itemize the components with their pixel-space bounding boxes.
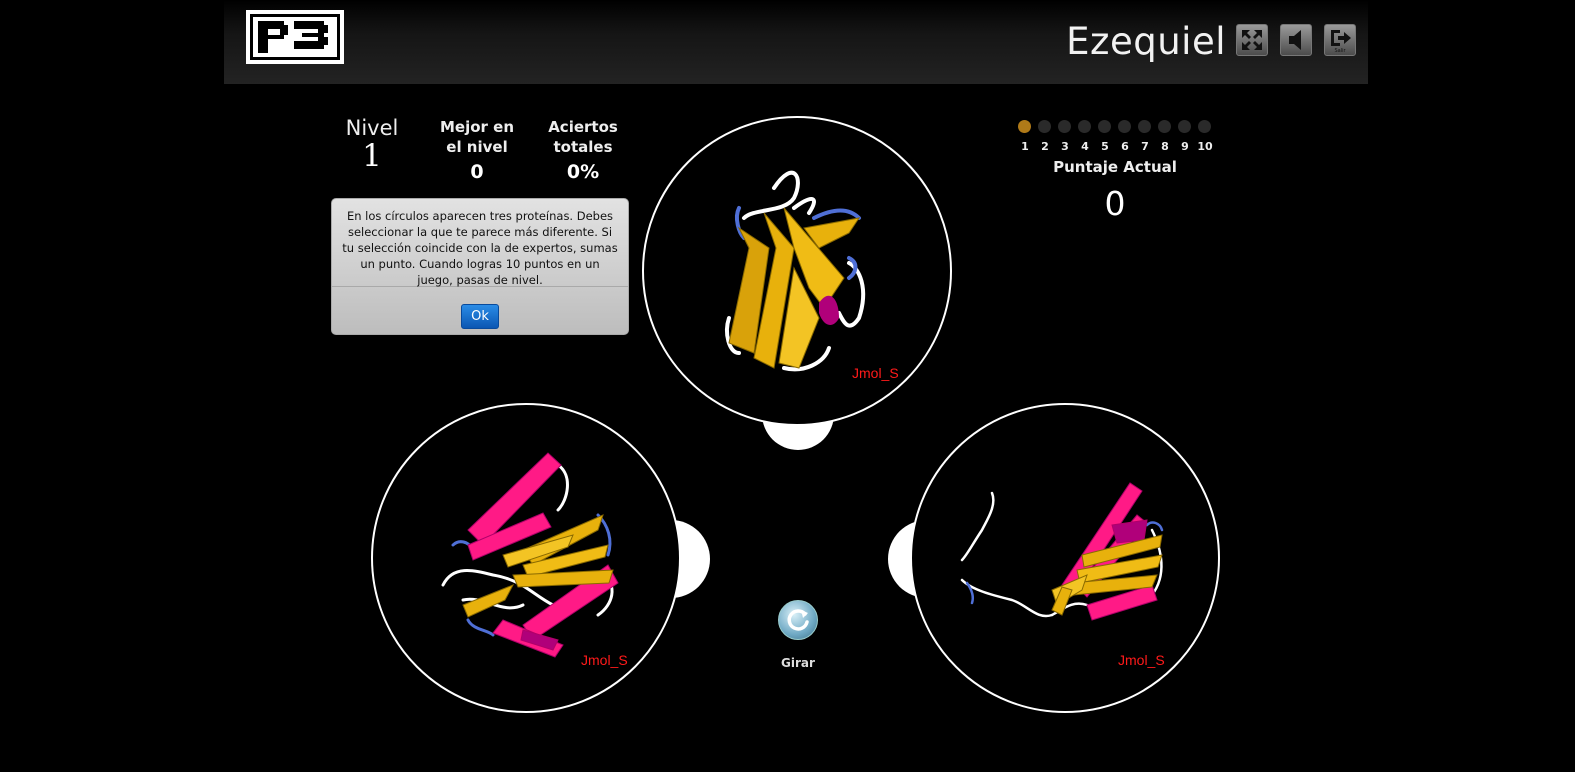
progress-num-2: 2 — [1041, 140, 1049, 153]
hits-stat: Aciertos totales 0% — [540, 117, 626, 183]
exit-icon — [1331, 30, 1351, 46]
protein-structure-alpha-beta-tail — [960, 482, 1164, 621]
protein-structure-beta-sandwich — [725, 170, 866, 372]
progress-dot-1 — [1018, 120, 1031, 133]
progress-dot-8 — [1158, 120, 1171, 133]
best-label: Mejor en el nivel — [439, 118, 515, 156]
rotate-icon — [787, 609, 809, 631]
rotate-label: Girar — [781, 656, 815, 670]
exit-caption: Salir — [1334, 48, 1346, 54]
level-label: Nivel — [345, 116, 399, 140]
protein-option-left[interactable]: Jmol_S — [371, 403, 681, 713]
progress-dots: 1 2 3 4 5 6 7 8 9 10 — [1017, 120, 1217, 160]
best-stat: Mejor en el nivel 0 — [430, 117, 524, 183]
progress-num-9: 9 — [1181, 140, 1189, 153]
hits-label: Aciertos totales — [548, 118, 618, 156]
hits-value: 0% — [566, 161, 600, 183]
fullscreen-button[interactable] — [1236, 24, 1268, 56]
header-bar: Ezequiel Salir — [224, 0, 1368, 84]
p3-logo — [246, 10, 344, 64]
progress-dot-2 — [1038, 120, 1051, 133]
username: Ezequiel — [1066, 20, 1226, 63]
protein-option-right[interactable]: Jmol_S — [910, 403, 1220, 713]
score-label: Puntaje Actual — [1053, 158, 1177, 176]
progress-dot-9 — [1178, 120, 1191, 133]
progress-num-5: 5 — [1101, 140, 1109, 153]
instructions-dialog: En los círculos aparecen tres proteínas.… — [331, 198, 629, 335]
speaker-icon — [1289, 30, 1301, 50]
progress-dot-3 — [1058, 120, 1071, 133]
progress-num-10: 10 — [1197, 140, 1213, 153]
progress-dot-6 — [1118, 120, 1131, 133]
best-value: 0 — [470, 161, 484, 183]
jmol-label-top: Jmol_S — [852, 365, 899, 381]
sound-button[interactable] — [1280, 24, 1312, 56]
protein-option-top[interactable]: Jmol_S — [642, 116, 952, 426]
progress-dot-4 — [1078, 120, 1091, 133]
progress-num-4: 4 — [1081, 140, 1089, 153]
level-stat: Nivel 1 — [332, 116, 412, 175]
ok-button[interactable]: Ok — [461, 304, 499, 329]
progress-num-1: 1 — [1021, 140, 1029, 153]
jmol-label-right: Jmol_S — [1118, 652, 1165, 668]
jmol-label-left: Jmol_S — [581, 652, 628, 668]
progress-num-6: 6 — [1121, 140, 1129, 153]
progress-num-3: 3 — [1061, 140, 1069, 153]
progress-num-7: 7 — [1141, 140, 1149, 153]
progress-num-8: 8 — [1161, 140, 1169, 153]
progress-dot-5 — [1098, 120, 1111, 133]
score-value: 0 — [1104, 184, 1126, 223]
fullscreen-icon — [1242, 30, 1262, 50]
rotate-button[interactable] — [778, 600, 818, 640]
instructions-text: En los círculos aparecen tres proteínas.… — [332, 199, 628, 287]
protein-structure-alpha-beta — [441, 452, 619, 658]
exit-button[interactable]: Salir — [1324, 24, 1356, 56]
progress-dot-10 — [1198, 120, 1211, 133]
progress-dot-7 — [1138, 120, 1151, 133]
level-value: 1 — [362, 138, 382, 174]
